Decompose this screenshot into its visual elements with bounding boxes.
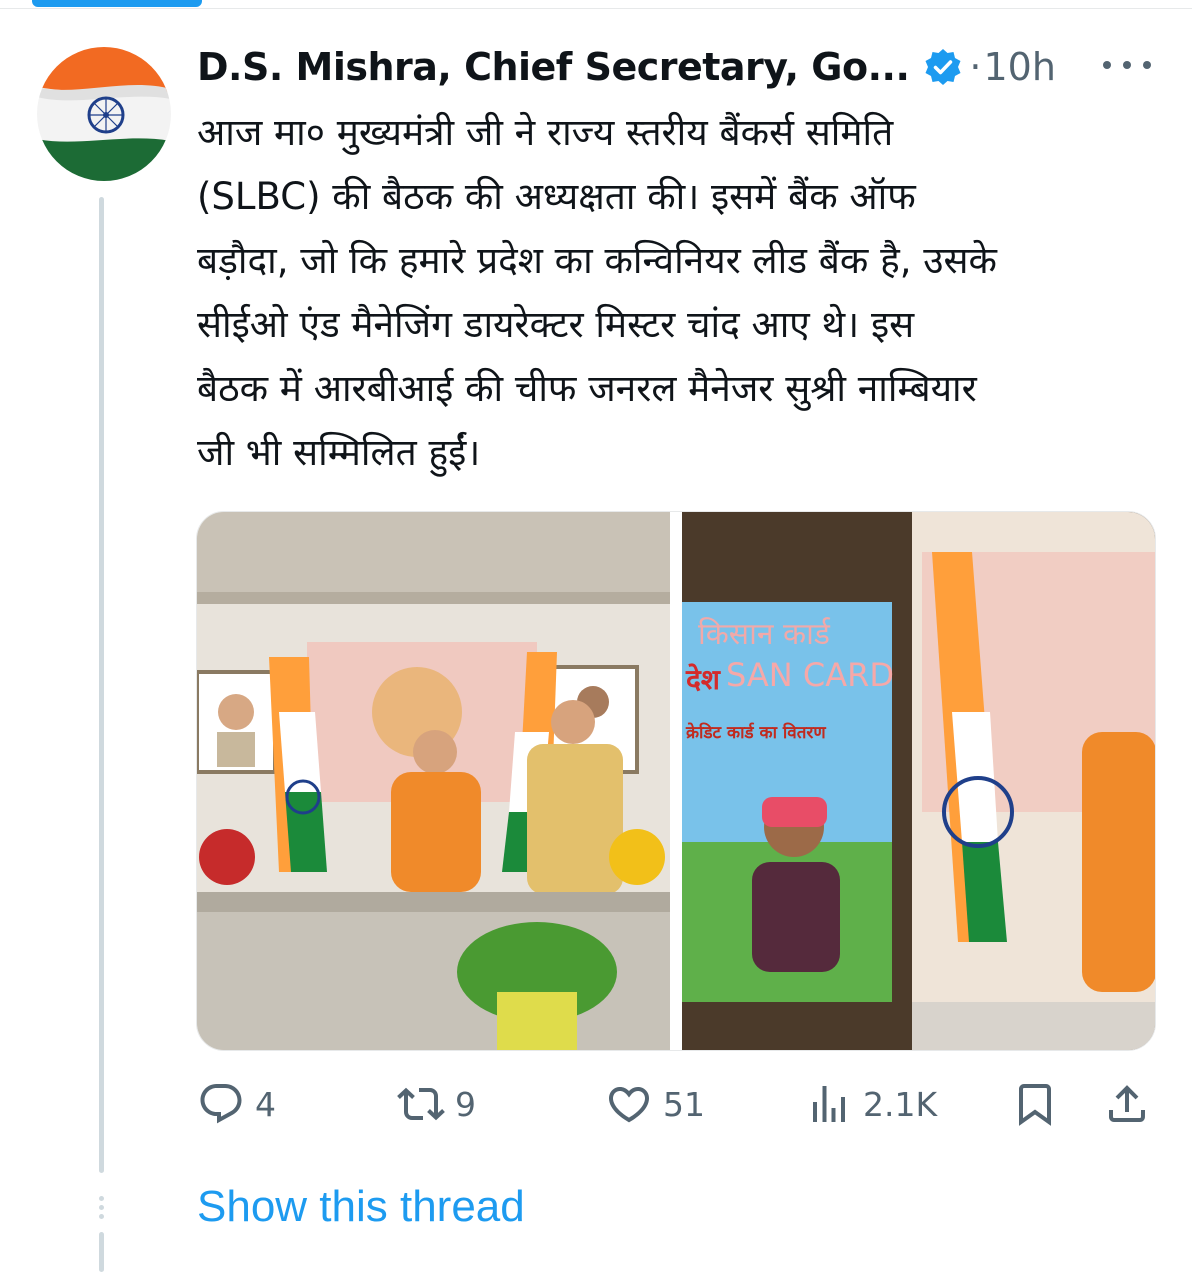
tweet-timestamp[interactable]: 10h: [983, 45, 1055, 89]
screen-text-distribution: क्रेडिट कार्ड का वितरण: [686, 723, 826, 743]
thread-connector-tail: [99, 1232, 104, 1272]
tweet-text: आज मा० मुख्यमंत्री जी ने राज्य स्तरीय बै…: [197, 101, 1157, 485]
share-icon: [1109, 1085, 1145, 1122]
tweet-text-line: बैठक में आरबीआई की चीफ जनरल मैनेजर सुश्र…: [197, 367, 977, 410]
share-button[interactable]: [1103, 1072, 1151, 1136]
divider: [0, 8, 1192, 9]
thread-dots: [99, 1196, 104, 1223]
screen-text-desh: देश: [686, 663, 720, 696]
bookmark-icon: [1019, 1084, 1051, 1126]
tweet-text-line: सीईओ एंड मैनेजिंग डायरेक्टर मिस्टर चांद …: [197, 303, 915, 346]
screen-photo-image: [682, 512, 1155, 1050]
tweet-media: किसान कार्ड देश SAN CARD क्रेडिट कार्ड क…: [196, 511, 1156, 1051]
active-tab-indicator: [32, 0, 202, 7]
tweet-text-line: (SLBC) की बैठक की अध्यक्षता की। इसमें बै…: [197, 175, 916, 218]
like-count: 51: [663, 1084, 705, 1124]
like-button[interactable]: 51: [605, 1072, 705, 1136]
photo-kisan-card-screen[interactable]: किसान कार्ड देश SAN CARD क्रेडिट कार्ड क…: [682, 512, 1155, 1050]
thread-connector-line: [99, 197, 104, 1173]
bookmark-button[interactable]: [1011, 1072, 1059, 1136]
views-count: 2.1K: [863, 1084, 938, 1124]
photo-meeting-room[interactable]: [197, 512, 670, 1050]
avatar[interactable]: [37, 47, 171, 181]
header-separator: ·: [969, 45, 982, 89]
reply-count: 4: [255, 1084, 276, 1124]
heart-icon: [608, 1087, 650, 1123]
flag-avatar-image: [37, 47, 171, 181]
tweet-text-line: बड़ौदा, जो कि हमारे प्रदेश का कन्विनियर …: [197, 239, 997, 282]
verified-badge-icon[interactable]: [923, 47, 963, 87]
reply-button[interactable]: 4: [197, 1072, 276, 1136]
views-button[interactable]: 2.1K: [805, 1072, 937, 1136]
screen-text-kisan-card: SAN CARD: [726, 656, 895, 694]
views-chart-icon: [813, 1086, 845, 1122]
screen-text-hindi-title: किसान कार्ड: [698, 617, 830, 652]
author-name[interactable]: D.S. Mishra, Chief Secretary, Go...: [197, 45, 910, 89]
tweet-text-line: जी भी सम्मिलित हुईं।: [197, 431, 481, 474]
retweet-icon: [397, 1087, 445, 1121]
tweet-header: D.S. Mishra, Chief Secretary, Go... · 10…: [197, 42, 1056, 92]
retweet-count: 9: [455, 1084, 476, 1124]
reply-icon: [200, 1084, 242, 1124]
retweet-button[interactable]: 9: [397, 1072, 476, 1136]
show-thread-link[interactable]: Show this thread: [197, 1182, 525, 1232]
meeting-photo-image: [197, 512, 670, 1050]
tweet-actions: 4 9 51 2.1K: [197, 1072, 1157, 1136]
tweet-text-line: आज मा० मुख्यमंत्री जी ने राज्य स्तरीय बै…: [197, 111, 894, 154]
more-options-icon[interactable]: [1103, 53, 1151, 77]
